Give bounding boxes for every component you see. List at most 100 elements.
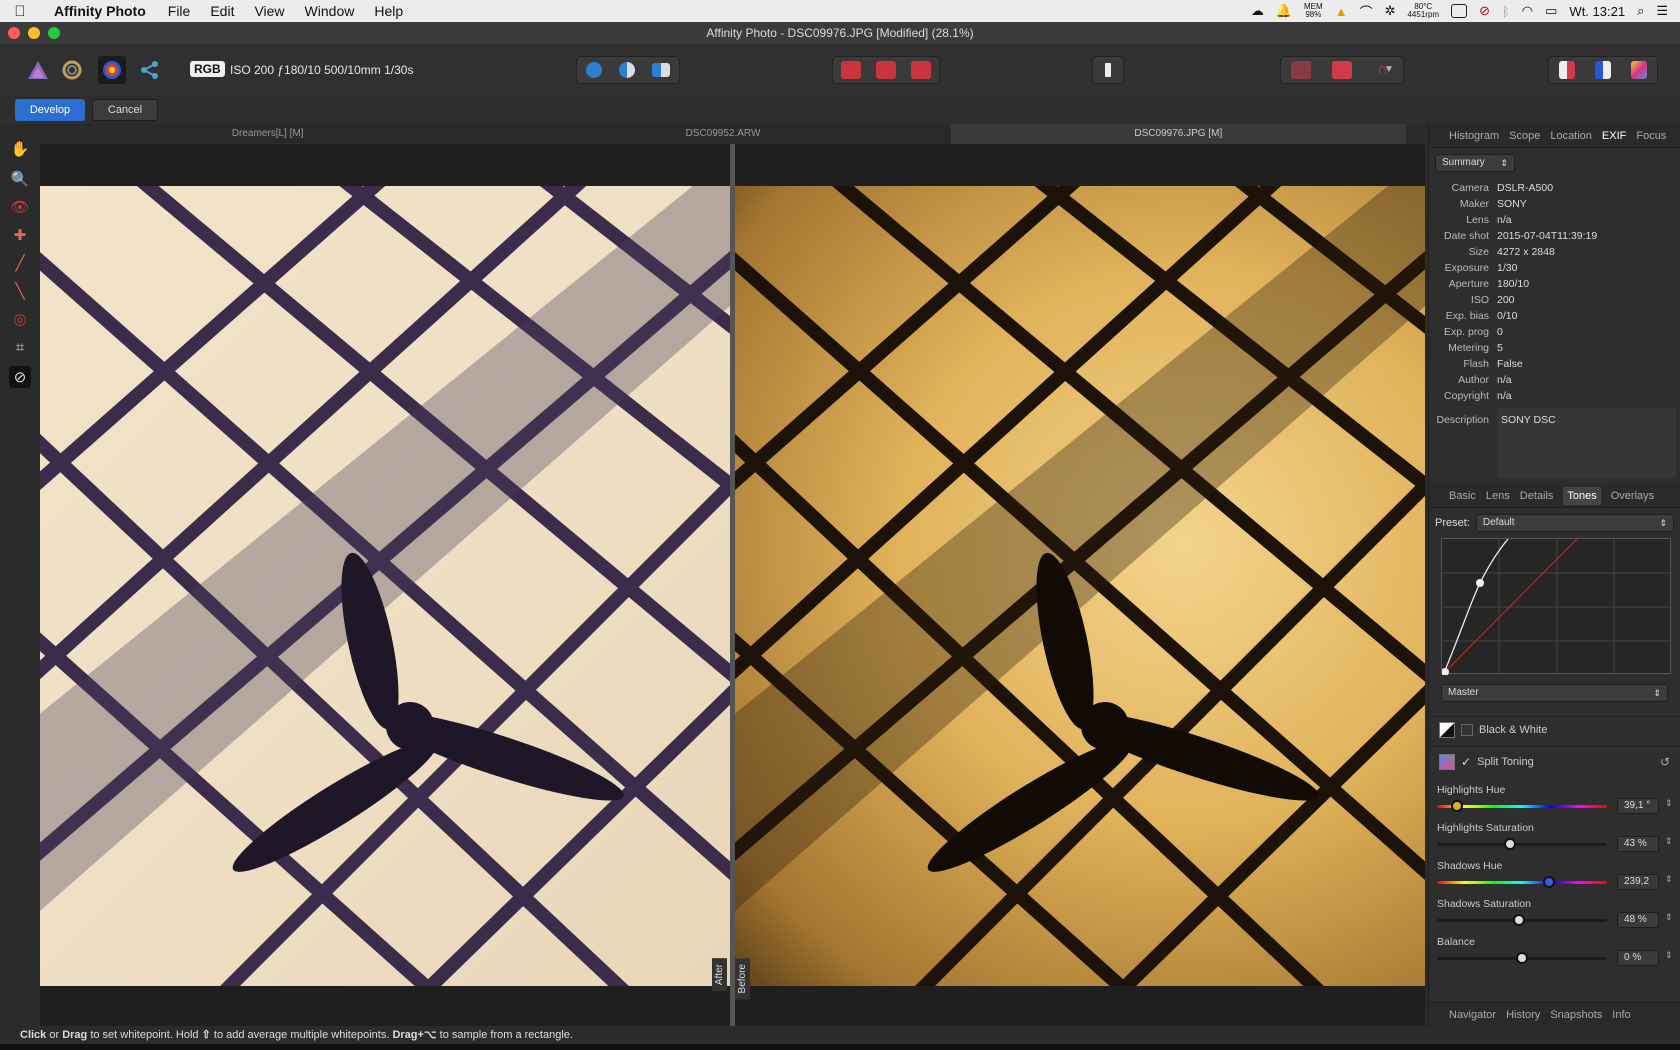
arc-icon[interactable]: ⌒ — [1360, 2, 1373, 21]
temperature-monitor[interactable]: 80°C 4451rpm — [1407, 3, 1439, 19]
slider-knob[interactable] — [1504, 838, 1517, 850]
balance-value[interactable]: 0 % — [1617, 950, 1659, 966]
menu-file[interactable]: File — [158, 3, 201, 19]
notification-bell-icon[interactable]: 🔔 — [1276, 3, 1292, 19]
exif-mode-select[interactable]: Summary — [1435, 154, 1515, 172]
clock[interactable]: Wt. 13:21 — [1569, 4, 1625, 19]
bluetooth-icon[interactable]: ᛒ — [1502, 4, 1510, 19]
shadows-saturation-slider[interactable]: 48 % ⇕ — [1429, 910, 1680, 930]
slider-knob[interactable] — [1451, 800, 1464, 812]
zoom-window-button[interactable] — [48, 27, 60, 39]
creative-cloud-icon[interactable]: ☁ — [1251, 3, 1264, 19]
highlights-saturation-value[interactable]: 43 % — [1617, 836, 1659, 852]
split-view-icon[interactable] — [618, 62, 635, 78]
stepper-icon[interactable]: ⇕ — [1665, 950, 1673, 961]
fan-icon[interactable]: ✲ — [1385, 3, 1396, 19]
liquify-persona-icon[interactable] — [58, 56, 86, 84]
tone-curve-graph[interactable] — [1441, 538, 1672, 676]
hand-tool-icon[interactable]: ✋ — [9, 138, 31, 160]
crop-tool-icon[interactable]: ⌗ — [9, 336, 31, 358]
spotlight-search-icon[interactable]: ⌕ — [1637, 3, 1644, 19]
erase-brush-tool-icon[interactable]: ╲ — [9, 280, 31, 302]
left-studio-icon[interactable] — [1559, 61, 1575, 79]
stepper-icon[interactable]: ⇕ — [1665, 874, 1673, 885]
warning-icon[interactable]: ▲ — [1335, 4, 1348, 19]
tab-navigator[interactable]: Navigator — [1449, 1009, 1496, 1021]
tab-info[interactable]: Info — [1612, 1009, 1630, 1021]
tab-histogram[interactable]: Histogram — [1449, 130, 1499, 142]
tab-exif[interactable]: EXIF — [1602, 130, 1626, 142]
close-window-button[interactable] — [8, 27, 20, 39]
tab-location[interactable]: Location — [1550, 130, 1592, 142]
description-field[interactable]: SONY DSC — [1497, 408, 1676, 478]
shadows-saturation-value[interactable]: 48 % — [1617, 912, 1659, 928]
tab-overlays[interactable]: Overlays — [1611, 490, 1654, 502]
doc-tab-dreamers[interactable]: Dreamers[L] [M] — [40, 124, 495, 144]
reset-icon[interactable]: ↺ — [1660, 755, 1670, 769]
menu-window[interactable]: Window — [295, 3, 365, 19]
menu-view[interactable]: View — [244, 3, 294, 19]
slider-knob[interactable] — [1512, 914, 1525, 926]
tab-scope[interactable]: Scope — [1509, 130, 1540, 142]
tab-tones[interactable]: Tones — [1563, 486, 1601, 505]
zoom-tool-icon[interactable]: 🔍 — [9, 168, 31, 190]
no-entry-icon[interactable]: ⊘ — [1479, 3, 1490, 19]
menu-edit[interactable]: Edit — [200, 3, 244, 19]
tab-basic[interactable]: Basic — [1449, 490, 1476, 502]
red-eye-tool-icon[interactable]: 👁 — [9, 196, 31, 218]
gradient-overlay-icon[interactable] — [1331, 61, 1352, 79]
clip-shadows-icon[interactable] — [840, 61, 861, 79]
curve-channel-select[interactable]: Master — [1441, 684, 1668, 702]
apple-menu-icon[interactable]:  — [0, 3, 40, 20]
tab-details[interactable]: Details — [1520, 490, 1554, 502]
right-studio-icon[interactable] — [1595, 61, 1611, 79]
tab-snapshots[interactable]: Snapshots — [1550, 1009, 1602, 1021]
doc-tab-dsc09952[interactable]: DSC09952.ARW — [495, 124, 950, 144]
shadows-hue-slider[interactable]: 239,2 ⇕ — [1429, 872, 1680, 892]
tab-focus[interactable]: Focus — [1636, 130, 1666, 142]
single-view-icon[interactable] — [585, 62, 602, 78]
tab-history[interactable]: History — [1506, 1009, 1540, 1021]
split-toning-checkbox[interactable]: ✓ — [1461, 755, 1471, 769]
slider-track[interactable] — [1437, 843, 1607, 846]
gradient-tool-icon[interactable]: ◎ — [9, 308, 31, 330]
battery-icon[interactable]: ▭ — [1545, 3, 1557, 19]
slider-track[interactable] — [1437, 881, 1607, 884]
doc-tab-dsc09976[interactable]: DSC09976.JPG [M] — [950, 124, 1406, 144]
highlights-hue-slider[interactable]: 39,1 ° ⇕ — [1429, 796, 1680, 816]
wifi-icon[interactable]: ◠ — [1522, 3, 1533, 19]
grid-overlay-icon[interactable] — [1291, 61, 1312, 79]
stepper-icon[interactable]: ⇕ — [1665, 836, 1673, 847]
brush-tool-icon[interactable]: ╱ — [9, 252, 31, 274]
highlights-hue-value[interactable]: 39,1 ° — [1617, 798, 1659, 814]
app-menu[interactable]: Affinity Photo — [40, 3, 158, 19]
slider-knob[interactable] — [1516, 952, 1528, 964]
stepper-icon[interactable]: ⇕ — [1665, 798, 1673, 809]
mirror-view-icon[interactable] — [652, 63, 671, 77]
list-icon[interactable]: ☰ — [1656, 3, 1668, 19]
blemish-tool-icon[interactable]: ✚ — [9, 224, 31, 246]
develop-persona-icon[interactable] — [98, 56, 126, 84]
display-icon[interactable] — [1451, 4, 1468, 18]
clip-highlights-icon[interactable] — [911, 61, 932, 79]
preset-select[interactable]: Default — [1475, 514, 1674, 532]
highlights-saturation-slider[interactable]: 43 % ⇕ — [1429, 834, 1680, 854]
slider-knob[interactable] — [1543, 876, 1556, 888]
black-white-checkbox[interactable] — [1461, 723, 1473, 736]
develop-button[interactable]: Develop — [15, 99, 85, 121]
balance-slider[interactable]: 0 % ⇕ — [1429, 948, 1680, 968]
overlay-dropdown-icon[interactable]: ▼ — [1384, 64, 1394, 75]
document-canvas[interactable]: After Before — [40, 144, 1425, 1026]
split-divider-handle[interactable] — [730, 144, 735, 1026]
export-persona-icon[interactable] — [136, 56, 164, 84]
photo-persona-icon[interactable] — [24, 56, 52, 84]
memory-monitor[interactable]: MEM 98% — [1304, 3, 1323, 19]
tab-lens[interactable]: Lens — [1486, 490, 1510, 502]
white-balance-tool-icon[interactable]: ⊘ — [9, 366, 31, 388]
clip-midtones-icon[interactable] — [875, 61, 896, 79]
minimize-window-button[interactable] — [28, 27, 40, 39]
stepper-icon[interactable]: ⇕ — [1665, 912, 1673, 923]
color-studio-icon[interactable] — [1631, 61, 1647, 79]
menu-help[interactable]: Help — [364, 3, 413, 19]
flag-icon[interactable] — [1105, 63, 1111, 77]
